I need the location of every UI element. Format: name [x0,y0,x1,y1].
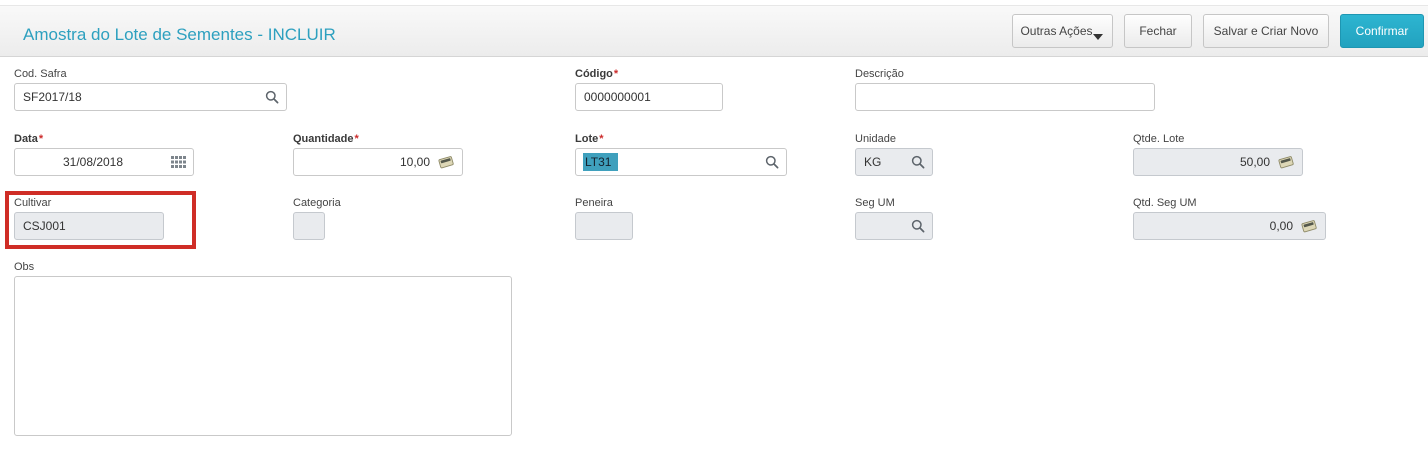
seg-um-field: Seg UM [855,197,933,240]
categoria-field: Categoria [293,197,325,240]
peneira-input[interactable] [576,213,632,239]
data-label: Data* [14,133,194,145]
qtd-seg-um-input[interactable] [1134,213,1325,239]
cod-safra-label: Cod. Safra [14,68,287,80]
qtd-seg-um-label: Qtd. Seg UM [1133,197,1326,209]
codigo-label: Código* [575,68,723,80]
cod-safra-input[interactable] [15,84,286,110]
amostra-lote-sementes-window: Amostra do Lote de Sementes - INCLUIR Ou… [0,0,1428,464]
required-marker: * [39,133,43,145]
calculator-icon[interactable] [437,155,455,169]
unidade-field: Unidade [855,133,933,176]
obs-label: Obs [14,261,512,273]
calculator-icon[interactable] [1300,219,1318,233]
data-field: Data* [14,133,194,176]
qtde-lote-field: Qtde. Lote [1133,133,1303,176]
required-marker: * [614,68,618,80]
header-bar: Amostra do Lote de Sementes - INCLUIR Ou… [0,5,1428,57]
quantidade-field: Quantidade* [293,133,463,176]
obs-textarea[interactable] [14,276,512,436]
quantidade-label: Quantidade* [293,133,463,145]
fechar-button[interactable]: Fechar [1124,14,1192,48]
salvar-e-criar-novo-button[interactable]: Salvar e Criar Novo [1203,14,1329,48]
descricao-input[interactable] [856,84,1154,110]
page-title: Amostra do Lote de Sementes - INCLUIR [23,25,336,45]
fechar-label: Fechar [1139,24,1176,38]
required-marker: * [355,133,359,145]
salvar-e-criar-novo-label: Salvar e Criar Novo [1214,24,1319,38]
unidade-label: Unidade [855,133,933,145]
outras-acoes-label: Outras Ações [1020,24,1092,38]
obs-field: Obs [14,261,512,276]
cultivar-label: Cultivar [14,197,164,209]
peneira-label: Peneira [575,197,633,209]
calendar-icon[interactable] [171,156,186,168]
cultivar-input[interactable] [15,213,163,239]
search-icon[interactable] [765,155,779,169]
qtde-lote-label: Qtde. Lote [1133,133,1303,145]
lote-selected-text: LT31 [583,153,618,171]
lote-input[interactable]: LT31 [575,148,787,176]
search-icon[interactable] [911,219,925,233]
dropdown-caret-icon [1093,34,1103,40]
cod-safra-field: Cod. Safra [14,68,287,111]
confirmar-button[interactable]: Confirmar [1340,14,1424,48]
required-marker: * [599,133,603,145]
codigo-field: Código* [575,68,723,111]
qtd-seg-um-field: Qtd. Seg UM [1133,197,1326,240]
lote-label: Lote* [575,133,787,145]
lote-field: Lote* LT31 [575,133,787,176]
seg-um-label: Seg UM [855,197,933,209]
categoria-label: Categoria [293,197,325,209]
peneira-field: Peneira [575,197,633,240]
confirmar-label: Confirmar [1356,24,1409,38]
categoria-input[interactable] [294,213,324,239]
search-icon[interactable] [265,90,279,104]
descricao-label: Descrição [855,68,1155,80]
descricao-field: Descrição [855,68,1155,111]
calculator-icon[interactable] [1277,155,1295,169]
search-icon[interactable] [911,155,925,169]
data-input[interactable] [15,149,193,175]
outras-acoes-button[interactable]: Outras Ações [1012,14,1113,48]
codigo-input[interactable] [576,84,722,110]
cultivar-field: Cultivar [14,197,164,240]
